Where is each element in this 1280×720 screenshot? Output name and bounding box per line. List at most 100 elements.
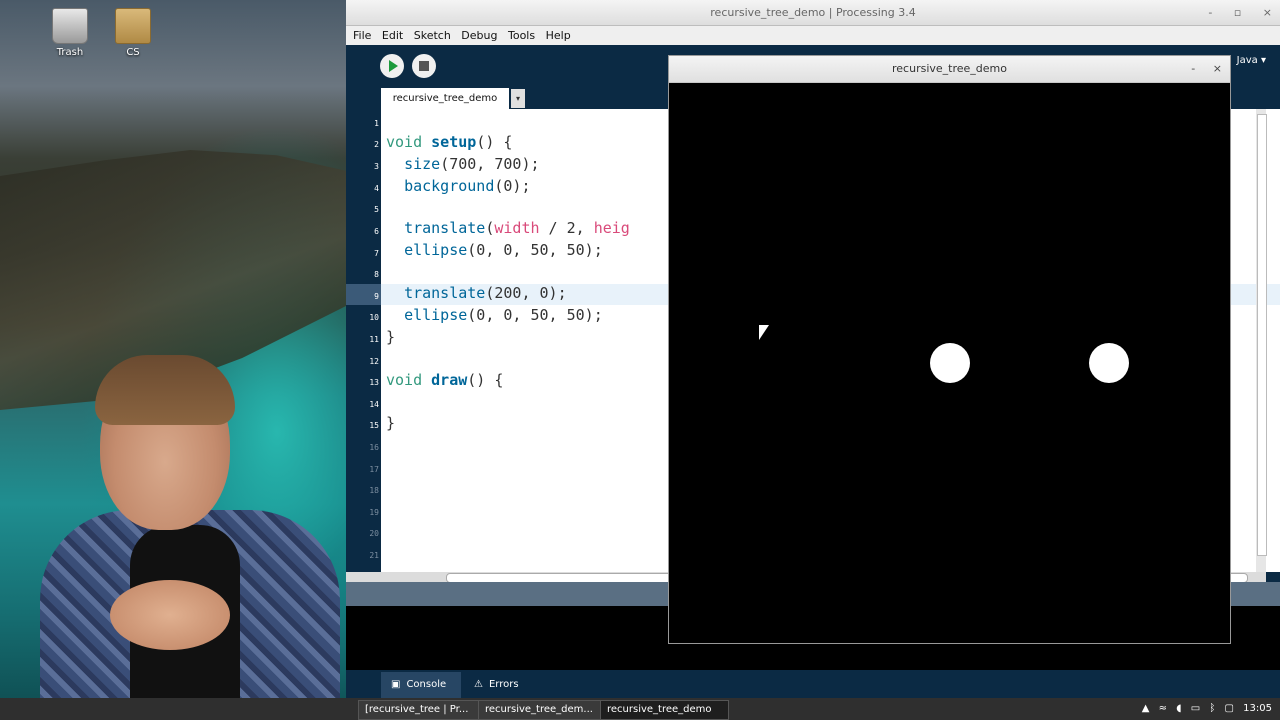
sketch-titlebar: recursive_tree_demo - × xyxy=(669,56,1230,83)
code-line-6: translate(width / 2, heig xyxy=(386,219,630,237)
editor-vertical-scrollbar[interactable] xyxy=(1256,109,1267,572)
warning-icon: ⚠ xyxy=(474,679,483,690)
code-line-9: translate(200, 0); xyxy=(386,284,567,302)
line-number: 19 xyxy=(369,508,379,517)
minimize-button[interactable]: - xyxy=(1208,6,1212,19)
display-icon[interactable]: ▢ xyxy=(1225,703,1234,714)
menu-edit[interactable]: Edit xyxy=(382,29,403,42)
tab-recursive-tree-demo[interactable]: recursive_tree_demo xyxy=(381,88,509,109)
tab-console[interactable]: ▣ Console xyxy=(381,672,461,698)
stop-icon xyxy=(419,61,429,71)
clock[interactable]: 13:05 xyxy=(1243,703,1272,714)
line-number: 14 xyxy=(369,400,379,409)
sketch-output-window: recursive_tree_demo - × xyxy=(668,55,1231,644)
code-token: () { xyxy=(476,133,513,151)
desktop-icon-label: CS xyxy=(126,47,140,58)
sketch-canvas[interactable] xyxy=(669,83,1230,643)
run-button[interactable] xyxy=(380,54,404,78)
sketch-window-title: recursive_tree_demo xyxy=(892,62,1007,75)
tab-errors[interactable]: ⚠ Errors xyxy=(466,672,536,698)
line-number: 13 xyxy=(369,378,379,387)
code-token: () { xyxy=(467,371,504,389)
line-number: 3 xyxy=(374,162,379,171)
code-token: (0); xyxy=(494,177,531,195)
task-label: [recursive_tree | Pr... xyxy=(365,704,469,715)
volume-icon[interactable]: ◖ xyxy=(1176,703,1181,714)
tab-errors-label: Errors xyxy=(488,679,519,690)
code-line-10: ellipse(0, 0, 50, 50); xyxy=(386,306,603,324)
ide-titlebar: recursive_tree_demo | Processing 3.4 - ▫… xyxy=(346,0,1280,26)
code-line-13: void draw() { xyxy=(386,371,503,389)
wifi-icon[interactable]: ≈ xyxy=(1159,703,1167,714)
code-token: width xyxy=(494,219,540,237)
menu-sketch[interactable]: Sketch xyxy=(414,29,451,42)
code-token: heig xyxy=(593,219,630,237)
maximize-button[interactable]: ▫ xyxy=(1234,6,1241,19)
line-number: 2 xyxy=(374,140,379,149)
tab-menu-arrow-icon[interactable]: ▾ xyxy=(511,89,525,108)
window-title: recursive_tree_demo | Processing 3.4 xyxy=(710,6,916,19)
code-token: void xyxy=(386,133,432,151)
task-label: recursive_tree_dem... xyxy=(485,704,593,715)
close-button[interactable]: × xyxy=(1263,6,1272,19)
code-token: (200, 0); xyxy=(485,284,567,302)
line-number: 16 xyxy=(369,443,379,452)
tab-console-label: Console xyxy=(406,679,447,690)
code-token: / 2, xyxy=(539,219,594,237)
taskbar-item-sketch-window[interactable]: recursive_tree_demo xyxy=(600,700,729,720)
line-number: 12 xyxy=(369,357,379,366)
line-number: 15 xyxy=(369,421,379,430)
menu-help[interactable]: Help xyxy=(546,29,571,42)
bluetooth-icon[interactable]: ᛒ xyxy=(1209,703,1215,714)
menu-tools[interactable]: Tools xyxy=(508,29,535,42)
code-token: (0, 0, 50, 50); xyxy=(467,241,603,259)
close-button[interactable]: × xyxy=(1213,62,1222,75)
line-number: 17 xyxy=(369,465,379,474)
taskbar: [recursive_tree | Pr... recursive_tree_d… xyxy=(0,698,1280,720)
desktop-icon-cs[interactable]: CS xyxy=(103,8,163,58)
console-tabs: ▣ Console ⚠ Errors xyxy=(346,672,1280,698)
line-number: 5 xyxy=(374,205,379,214)
code-line-3: size(700, 700); xyxy=(386,155,539,173)
system-tray: ▲ ≈ ◖ ▭ ᛒ ▢ 13:05 xyxy=(1136,698,1272,720)
minimize-button[interactable]: - xyxy=(1191,62,1195,75)
task-label: recursive_tree_demo xyxy=(607,704,712,715)
code-token: draw xyxy=(431,371,468,389)
code-line-2: void setup() { xyxy=(386,133,512,151)
code-token: background xyxy=(404,177,495,195)
line-number: 18 xyxy=(369,486,379,495)
network-icon[interactable]: ▲ xyxy=(1142,703,1150,714)
presenter-hair xyxy=(95,355,235,425)
play-icon xyxy=(389,60,398,72)
ellipse-left xyxy=(930,343,970,383)
taskbar-item-processing[interactable]: [recursive_tree | Pr... xyxy=(358,700,482,720)
battery-icon[interactable]: ▭ xyxy=(1191,703,1200,714)
line-number: 9 xyxy=(374,292,379,301)
code-token: translate xyxy=(404,219,486,237)
stop-button[interactable] xyxy=(412,54,436,78)
line-number: 11 xyxy=(369,335,379,344)
desktop-icon-trash[interactable]: Trash xyxy=(40,8,100,58)
line-number: 4 xyxy=(374,184,379,193)
trash-icon xyxy=(52,8,88,44)
code-token: (0, 0, 50, 50); xyxy=(467,306,603,324)
mode-selector[interactable]: Java ▾ xyxy=(1237,55,1266,66)
code-token: ellipse xyxy=(404,306,468,324)
ellipse-right xyxy=(1089,343,1129,383)
code-token: ellipse xyxy=(404,241,468,259)
mouse-cursor-icon xyxy=(759,325,769,340)
menu-debug[interactable]: Debug xyxy=(461,29,497,42)
line-number: 20 xyxy=(369,529,379,538)
line-number: 8 xyxy=(374,270,379,279)
scroll-thumb[interactable] xyxy=(1257,114,1267,556)
taskbar-item-sketch-editor[interactable]: recursive_tree_dem... xyxy=(478,700,602,720)
presenter-hands xyxy=(110,580,230,650)
code-line-11: } xyxy=(386,328,396,346)
code-line-15: } xyxy=(386,414,396,432)
line-number: 10 xyxy=(369,313,379,322)
menu-file[interactable]: File xyxy=(353,29,371,42)
